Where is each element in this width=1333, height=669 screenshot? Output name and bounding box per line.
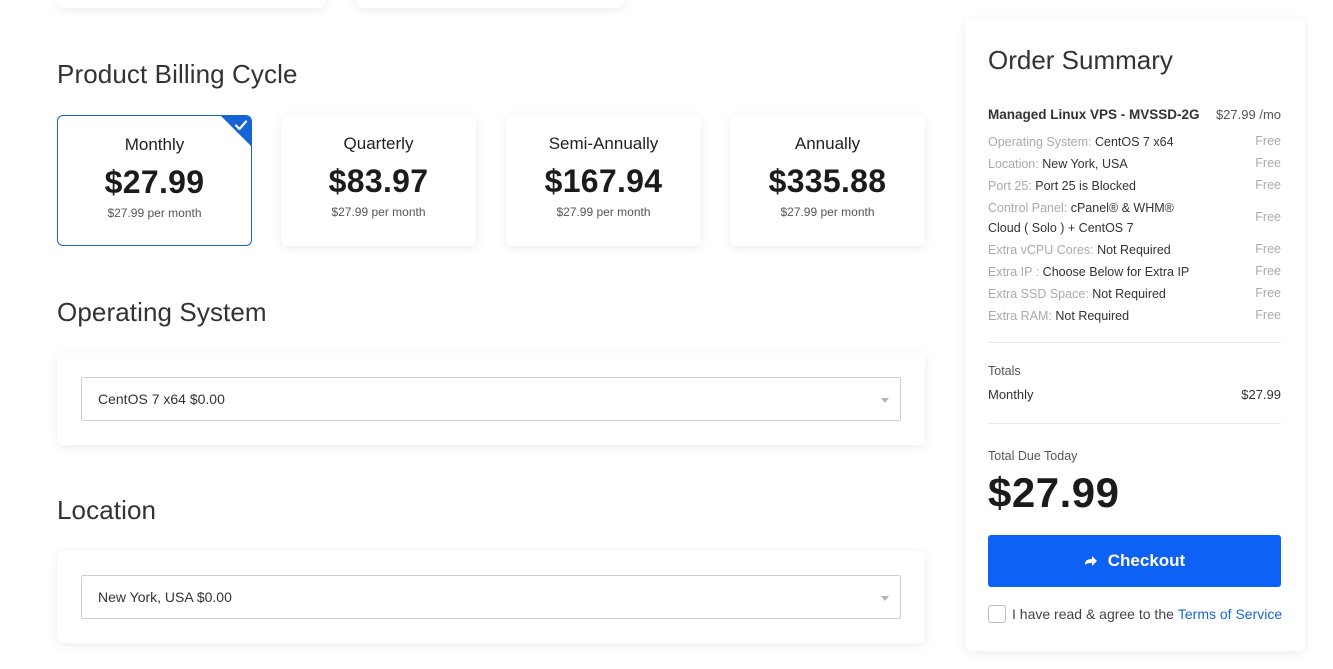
cycle-per-month: $27.99 per month bbox=[107, 206, 202, 220]
caret-down-icon bbox=[881, 398, 889, 403]
option-control-panel: Control Panel: cPanel® & WHM® Cloud ( So… bbox=[988, 198, 1188, 238]
divider bbox=[988, 423, 1281, 424]
option-price: Free bbox=[1255, 156, 1281, 170]
cycle-price: $167.94 bbox=[544, 163, 663, 199]
cycle-annually[interactable]: Annually $335.88 $27.99 per month bbox=[730, 115, 925, 246]
option-operating-system: Operating System: CentOS 7 x64 bbox=[988, 132, 1198, 152]
option-value: Not Required bbox=[1055, 309, 1130, 323]
option-price: Free bbox=[1255, 210, 1281, 224]
option-extra-ram: Extra RAM: Not Required bbox=[988, 306, 1198, 326]
cycle-price: $27.99 bbox=[104, 164, 205, 200]
option-label: Extra vCPU Cores: bbox=[988, 243, 1094, 257]
option-value: Not Required bbox=[1092, 287, 1166, 301]
option-price: Free bbox=[1255, 308, 1281, 322]
terms-agreement: I have read & agree to the Terms of Serv… bbox=[988, 605, 1282, 623]
top-card-left bbox=[57, 0, 325, 8]
option-label: Port 25: bbox=[988, 179, 1032, 193]
checkout-button[interactable]: Checkout bbox=[988, 535, 1281, 587]
cycle-per-month: $27.99 per month bbox=[331, 205, 426, 219]
option-price: Free bbox=[1255, 178, 1281, 192]
cycle-name: Quarterly bbox=[343, 134, 414, 153]
order-summary: Order Summary Managed Linux VPS - MVSSD-… bbox=[965, 19, 1305, 651]
totals-label: Totals bbox=[988, 364, 1021, 378]
option-price: Free bbox=[1255, 264, 1281, 278]
cycle-semi-annually[interactable]: Semi-Annually $167.94 $27.99 per month bbox=[506, 115, 701, 246]
option-label: Extra SSD Space: bbox=[988, 287, 1089, 301]
option-label: Operating System: bbox=[988, 135, 1092, 149]
checkout-label: Checkout bbox=[1107, 551, 1186, 570]
option-port-25: Port 25: Port 25 is Blocked bbox=[988, 176, 1198, 196]
option-value: Port 25 is Blocked bbox=[1035, 179, 1137, 193]
totals-amount: $27.99 bbox=[1241, 387, 1281, 402]
cycle-monthly[interactable]: Monthly $27.99 $27.99 per month bbox=[57, 115, 252, 246]
total-due-label: Total Due Today bbox=[988, 449, 1078, 463]
option-price: Free bbox=[1255, 242, 1281, 256]
option-location: Location: New York, USA bbox=[988, 154, 1198, 174]
location-title: Location bbox=[57, 495, 157, 525]
option-label: Extra IP : bbox=[988, 265, 1040, 279]
billing-cycle-title: Product Billing Cycle bbox=[57, 59, 298, 89]
option-label: Location: bbox=[988, 157, 1039, 171]
location-select[interactable]: New York, USA $0.00 bbox=[81, 575, 901, 619]
operating-system-panel: CentOS 7 x64 $0.00 bbox=[57, 353, 925, 445]
operating-system-title: Operating System bbox=[57, 297, 267, 327]
terms-of-service-link[interactable]: Terms of Service bbox=[1178, 606, 1282, 622]
cycle-per-month: $27.99 per month bbox=[556, 205, 651, 219]
check-icon bbox=[234, 120, 248, 131]
top-card-right bbox=[356, 0, 624, 8]
terms-text: I have read & agree to the bbox=[1012, 606, 1174, 622]
option-value: New York, USA bbox=[1042, 157, 1128, 171]
option-price: Free bbox=[1255, 134, 1281, 148]
cycle-name: Semi-Annually bbox=[548, 134, 659, 153]
option-extra-ip: Extra IP : Choose Below for Extra IP bbox=[988, 262, 1198, 282]
option-label: Control Panel: bbox=[988, 201, 1068, 215]
total-due-amount: $27.99 bbox=[988, 469, 1120, 516]
option-label: Extra RAM: bbox=[988, 309, 1052, 323]
option-extra-vcpu: Extra vCPU Cores: Not Required bbox=[988, 240, 1198, 260]
option-value: Not Required bbox=[1097, 243, 1171, 257]
totals-row: Monthly $27.99 bbox=[988, 387, 1281, 402]
cycle-name: Annually bbox=[794, 134, 861, 153]
option-extra-ssd: Extra SSD Space: Not Required bbox=[988, 284, 1198, 304]
cycle-price: $83.97 bbox=[328, 163, 429, 199]
location-panel: New York, USA $0.00 bbox=[57, 551, 925, 643]
arrow-right-icon bbox=[1084, 556, 1097, 566]
operating-system-value: CentOS 7 x64 $0.00 bbox=[98, 391, 225, 407]
divider bbox=[988, 342, 1281, 343]
cycle-price: $335.88 bbox=[768, 163, 887, 199]
product-price: $27.99 /mo bbox=[1215, 107, 1281, 122]
cycle-quarterly[interactable]: Quarterly $83.97 $27.99 per month bbox=[281, 115, 476, 246]
location-value: New York, USA $0.00 bbox=[98, 589, 232, 605]
option-value: Choose Below for Extra IP bbox=[1042, 265, 1190, 279]
option-price: Free bbox=[1255, 286, 1281, 300]
caret-down-icon bbox=[881, 596, 889, 601]
option-value: CentOS 7 x64 bbox=[1095, 135, 1174, 149]
operating-system-select[interactable]: CentOS 7 x64 $0.00 bbox=[81, 377, 901, 421]
product-name: Managed Linux VPS - MVSSD-2G bbox=[988, 107, 1200, 122]
order-summary-title: Order Summary bbox=[988, 45, 1173, 75]
totals-cycle: Monthly bbox=[988, 387, 1034, 402]
terms-checkbox[interactable] bbox=[988, 605, 1006, 623]
cycle-per-month: $27.99 per month bbox=[780, 205, 875, 219]
